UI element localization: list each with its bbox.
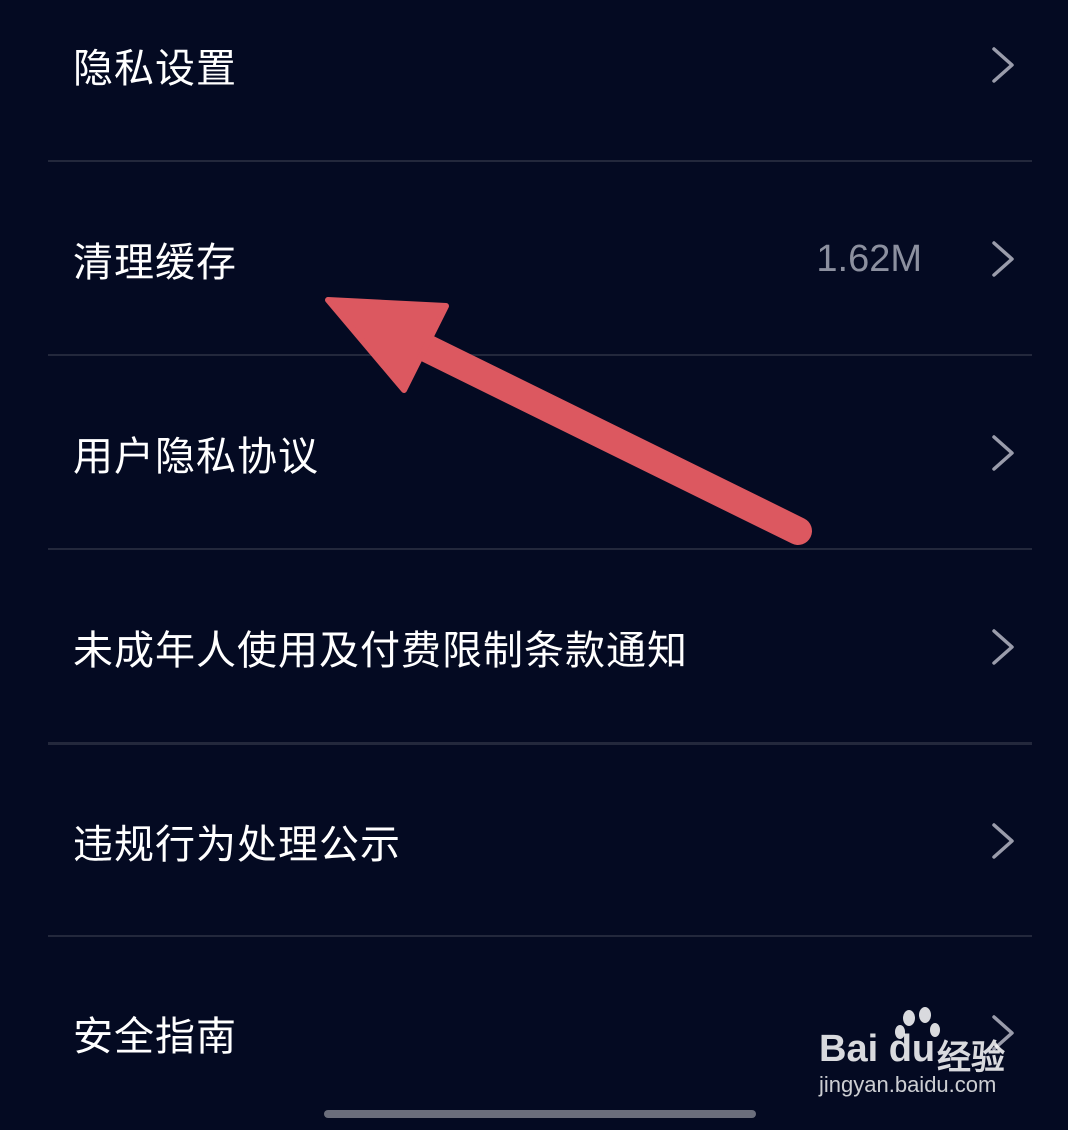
settings-item-privacy-settings[interactable]: 隐私设置 — [48, 0, 1032, 162]
settings-item-label: 用户隐私协议 — [73, 434, 319, 480]
settings-item-label: 违规行为处理公示 — [73, 822, 401, 868]
settings-item-clear-cache[interactable]: 清理缓存 1.62M — [48, 162, 1032, 356]
chevron-right-icon — [992, 1015, 1014, 1051]
settings-list: 隐私设置 清理缓存 1.62M 用户隐私协议 未成年人使用及付费限制条款通知 违… — [0, 0, 1068, 1120]
chevron-right-icon — [992, 823, 1014, 859]
settings-item-label: 未成年人使用及付费限制条款通知 — [73, 628, 688, 674]
settings-item-violation-notice[interactable]: 违规行为处理公示 — [48, 744, 1032, 938]
chevron-right-icon — [992, 435, 1014, 471]
cache-size-value: 1.62M — [816, 237, 922, 280]
settings-item-label: 安全指南 — [73, 1014, 237, 1060]
chevron-right-icon — [992, 47, 1014, 83]
settings-item-safety-guide[interactable]: 安全指南 — [48, 936, 1032, 1130]
settings-item-label: 隐私设置 — [73, 46, 237, 92]
settings-item-minor-payment-notice[interactable]: 未成年人使用及付费限制条款通知 — [48, 550, 1032, 744]
home-indicator[interactable] — [324, 1110, 756, 1118]
settings-item-user-privacy-agreement[interactable]: 用户隐私协议 — [48, 356, 1032, 550]
chevron-right-icon — [992, 629, 1014, 665]
settings-item-label: 清理缓存 — [73, 240, 237, 286]
chevron-right-icon — [992, 241, 1014, 277]
